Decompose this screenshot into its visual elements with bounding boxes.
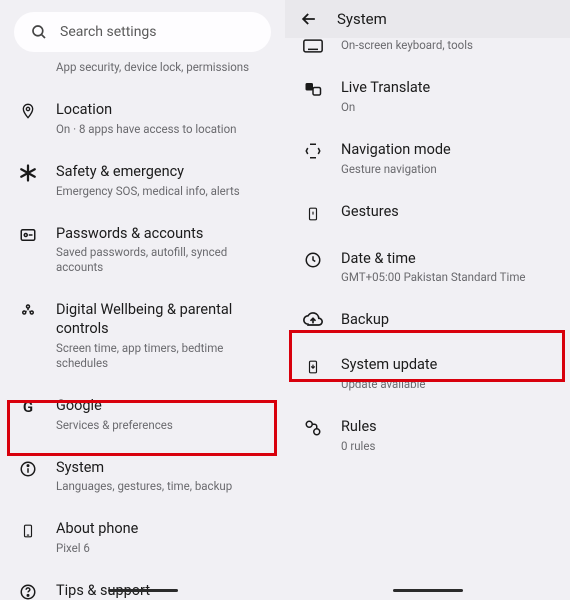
- info-icon: [18, 459, 38, 478]
- search-icon: [30, 23, 48, 41]
- clock-icon: [303, 250, 323, 269]
- settings-item-wellbeing[interactable]: Digital Wellbeing & parental controls Sc…: [0, 288, 285, 384]
- translate-icon: [303, 79, 323, 98]
- settings-item-location[interactable]: Location On · 8 apps have access to loca…: [0, 88, 285, 150]
- system-item-keyboard[interactable]: On-screen keyboard, tools: [285, 38, 570, 66]
- system-header-title: System: [337, 10, 387, 28]
- rules-icon: [303, 418, 323, 437]
- help-icon: [18, 582, 38, 600]
- shield-icon: [18, 60, 38, 61]
- keyboard-icon: [303, 38, 323, 53]
- system-panel: System On-screen keyboard, tools Live Tr…: [285, 0, 570, 600]
- system-item-datetime[interactable]: Date & time GMT+05:00 Pakistan Standard …: [285, 237, 570, 299]
- search-settings[interactable]: Search settings: [14, 12, 271, 52]
- system-item-translate[interactable]: Live Translate On: [285, 66, 570, 128]
- nav-handle[interactable]: [393, 589, 463, 592]
- google-icon: G: [18, 397, 38, 416]
- system-item-rules[interactable]: Rules 0 rules: [285, 405, 570, 467]
- asterisk-icon: [18, 163, 38, 182]
- wellbeing-icon: [18, 301, 38, 320]
- settings-item-safety[interactable]: Safety & emergency Emergency SOS, medica…: [0, 150, 285, 212]
- location-icon: [18, 101, 38, 120]
- settings-item-google[interactable]: G Google Services & preferences: [0, 384, 285, 446]
- gestures-icon: [303, 203, 323, 224]
- back-icon[interactable]: [299, 9, 319, 29]
- key-icon: [18, 225, 38, 244]
- settings-item-passwords[interactable]: Passwords & accounts Saved passwords, au…: [0, 212, 285, 289]
- settings-item-tips[interactable]: Tips & support Help articles, phone & ch…: [0, 569, 285, 600]
- system-item-navmode[interactable]: Navigation mode Gesture navigation: [285, 128, 570, 190]
- system-item-gestures[interactable]: Gestures: [285, 190, 570, 237]
- system-header: System: [285, 0, 570, 38]
- settings-main-panel: Search settings App security, device loc…: [0, 0, 285, 600]
- settings-item-security[interactable]: App security, device lock, permissions: [0, 60, 285, 88]
- phone-icon: [18, 520, 38, 541]
- search-placeholder: Search settings: [60, 24, 157, 40]
- nav-handle[interactable]: [108, 589, 178, 592]
- navmode-icon: [303, 141, 323, 160]
- settings-item-system[interactable]: System Languages, gestures, time, backup: [0, 446, 285, 508]
- settings-item-about-phone[interactable]: About phone Pixel 6: [0, 507, 285, 569]
- backup-icon: [303, 311, 323, 328]
- system-item-backup[interactable]: Backup: [285, 298, 570, 343]
- system-item-update[interactable]: System update Update available: [285, 343, 570, 405]
- update-icon: [303, 356, 323, 377]
